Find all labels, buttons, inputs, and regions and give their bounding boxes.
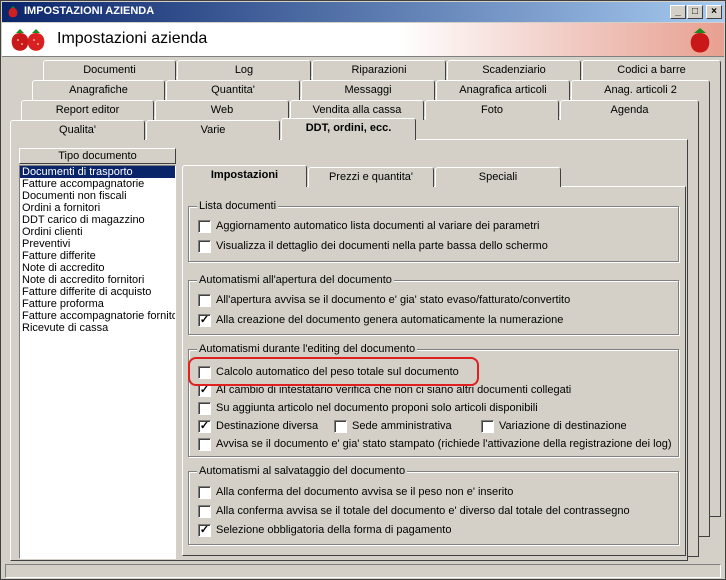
option-label: Alla conferma avvisa se il totale del do… [216,505,630,517]
list-item[interactable]: Note di accredito fornitori [20,274,175,286]
app-header: Impostazioni azienda [2,23,724,57]
highlight-annotation [188,357,479,386]
tab-speciali[interactable]: Speciali [435,167,561,187]
tab-riparazioni[interactable]: Riparazioni [312,60,446,80]
checkbox[interactable] [198,294,211,307]
option-label: Selezione obbligatoria della forma di pa… [216,524,452,536]
list-item[interactable]: Fatture accompagnatorie fornitori [20,310,175,322]
strawberries-logo-icon [11,29,45,51]
tab-web[interactable]: Web [155,100,289,120]
tab-row-4: Qualita' Varie DDT, ordini, ecc. [10,118,688,140]
group-title: Lista documenti [197,200,279,212]
tab-anagrafiche[interactable]: Anagrafiche [32,80,165,100]
tab-row-2: Anagrafiche Quantita' Messaggi Anagrafic… [32,80,710,100]
tab-agenda[interactable]: Agenda [560,100,699,120]
option-label: Destinazione diversa [216,420,319,432]
tab-log[interactable]: Log [177,60,311,80]
title-bar[interactable]: IMPOSTAZIONI AZIENDA _ □ × [2,2,724,22]
status-bar [5,564,721,578]
tab-prezzi-quantita[interactable]: Prezzi e quantita' [308,167,434,187]
list-item[interactable]: Ricevute di cassa [20,322,175,334]
tab-codici-a-barre[interactable]: Codici a barre [582,60,721,80]
option-label: Aggiornamento automatico lista documenti… [216,220,540,232]
strawberry-decor-icon [690,28,710,53]
list-item[interactable]: Documenti di trasporto [20,166,175,178]
option-label: Visualizza il dettaglio dei documenti ne… [216,240,548,252]
tab-scadenziario[interactable]: Scadenziario [447,60,581,80]
maximize-button[interactable]: □ [687,5,703,19]
group-title: Automatismi al salvataggio del documento [197,465,408,477]
list-item[interactable]: Fatture accompagnatorie [20,178,175,190]
option-label: All'apertura avvisa se il documento e' g… [216,294,571,306]
tab-vendita-alla-cassa[interactable]: Vendita alla cassa [290,100,424,120]
checkbox[interactable] [198,220,211,233]
tab-impostazioni[interactable]: Impostazioni [182,165,307,187]
list-item[interactable]: Fatture differite di acquisto [20,286,175,298]
tab-ddt-ordini[interactable]: DDT, ordini, ecc. [281,118,416,140]
checkbox[interactable] [481,420,494,433]
tab-messaggi[interactable]: Messaggi [301,80,435,100]
doc-type-list[interactable]: Documenti di trasporto Fatture accompagn… [19,165,176,559]
checkbox[interactable] [198,402,211,415]
tab-documenti[interactable]: Documenti [43,60,176,80]
checkbox[interactable] [198,505,211,518]
strawberry-icon [8,6,18,18]
settings-window: IMPOSTAZIONI AZIENDA _ □ × Impostazioni … [0,0,726,580]
tab-qualita[interactable]: Qualita' [10,120,145,140]
minimize-button[interactable]: _ [670,5,686,19]
list-item[interactable]: Note di accredito [20,262,175,274]
list-item[interactable]: Documenti non fiscali [20,190,175,202]
group-title: Automatismi all'apertura del documento [197,274,394,286]
list-item[interactable]: Ordini a fornitori [20,202,175,214]
option-label: Sede amministrativa [352,420,452,432]
option-label: Alla conferma del documento avvisa se il… [216,486,514,498]
tab-anagrafica-articoli[interactable]: Anagrafica articoli [436,80,570,100]
option-label: Variazione di destinazione [499,420,627,432]
checkbox[interactable] [198,240,211,253]
tab-report-editor[interactable]: Report editor [21,100,154,120]
option-label: Alla creazione del documento genera auto… [216,314,564,326]
option-label: Avvisa se il documento e' gia' stato sta… [216,438,672,450]
group-title: Automatismi durante l'editing del docume… [197,343,418,355]
tab-row-1: Documenti Log Riparazioni Scadenziario C… [43,60,721,80]
checkbox[interactable] [198,438,211,451]
checkbox-checked[interactable]: ✓ [198,420,211,433]
list-item[interactable]: Fatture differite [20,250,175,262]
group-apertura: Automatismi all'apertura del documento A… [188,274,679,335]
window-title: IMPOSTAZIONI AZIENDA [24,5,155,17]
checkbox-checked[interactable]: ✓ [198,314,211,327]
tab-row-3: Report editor Web Vendita alla cassa Fot… [21,100,699,120]
group-lista-documenti: Lista documenti Aggiornamento automatico… [188,200,679,262]
tab-foto[interactable]: Foto [425,100,559,120]
tab-quantita[interactable]: Quantita' [166,80,300,100]
doc-type-list-header[interactable]: Tipo documento [19,148,176,164]
checkbox[interactable] [334,420,347,433]
checkbox[interactable] [198,486,211,499]
inner-tab-row: Impostazioni Prezzi e quantita' Speciali [182,165,686,187]
list-item[interactable]: Fatture proforma [20,298,175,310]
option-label: Su aggiunta articolo nel documento propo… [216,402,538,414]
group-salvataggio: Automatismi al salvataggio del documento… [188,465,679,545]
tab-anag-articoli-2[interactable]: Anag. articoli 2 [571,80,710,100]
checkbox-checked[interactable]: ✓ [198,524,211,537]
list-item[interactable]: DDT carico di magazzino [20,214,175,226]
page-title: Impostazioni azienda [57,30,208,47]
list-item[interactable]: Ordini clienti [20,226,175,238]
close-button[interactable]: × [706,5,722,19]
tab-varie[interactable]: Varie [146,120,280,140]
list-item[interactable]: Preventivi [20,238,175,250]
